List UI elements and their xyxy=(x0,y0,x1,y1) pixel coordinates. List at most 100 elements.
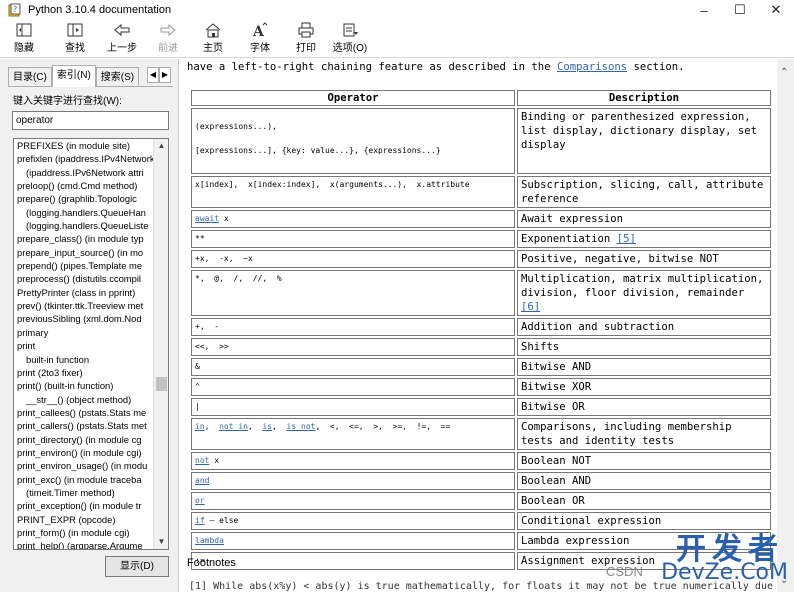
index-list-item[interactable]: print_exc() (in module traceba xyxy=(14,473,154,486)
operator-text: | xyxy=(195,402,200,411)
index-list-item[interactable]: print_form() (in module cgi) xyxy=(14,526,154,539)
index-list-item[interactable]: PREFIXES (in module site) xyxy=(14,139,154,152)
operator-text: x xyxy=(209,456,220,465)
index-list-item[interactable]: print_environ() (in module cgi) xyxy=(14,446,154,459)
title-bar: ? Python 3.10.4 documentation – ☐ ✕ xyxy=(0,0,794,20)
operator-cell: not x xyxy=(191,452,515,470)
back-button[interactable]: 上一步 xyxy=(102,22,142,56)
index-list-scrollbar[interactable]: ▲ ▼ xyxy=(153,139,168,549)
description-cell: Exponentiation [5] xyxy=(517,230,771,248)
index-list-item[interactable]: print_help() (argparse.Argume xyxy=(14,539,154,549)
operator-cell: (expressions...), [expressions...], {key… xyxy=(191,108,515,174)
index-list-item[interactable]: previousSibling (xml.dom.Nod xyxy=(14,312,154,325)
content-scroll-up-icon[interactable]: ⌃ xyxy=(780,67,788,78)
operator-cell: & xyxy=(191,358,515,376)
close-button[interactable]: ✕ xyxy=(758,0,794,20)
keyword-link[interactable]: in xyxy=(195,422,205,431)
table-row: x[index], x[index:index], x(arguments...… xyxy=(191,176,771,208)
description-cell: Addition and subtraction xyxy=(517,318,771,336)
index-list-item[interactable]: prepend() (pipes.Template me xyxy=(14,259,154,272)
description-cell: Binding or parenthesized expression, lis… xyxy=(517,108,771,174)
operator-text: x xyxy=(219,214,229,223)
index-list-item[interactable]: print_callers() (pstats.Stats met xyxy=(14,419,154,432)
comparisons-link[interactable]: Comparisons xyxy=(557,61,627,73)
operator-cell: *, @, /, //, % xyxy=(191,270,515,316)
intro-suffix: section. xyxy=(627,61,685,73)
options-icon xyxy=(343,23,358,37)
keyword-link[interactable]: if xyxy=(195,516,205,525)
keyword-input[interactable] xyxy=(12,111,169,130)
intro-prefix: have a left-to-right chaining feature as… xyxy=(187,61,557,73)
print-button[interactable]: 打印 xyxy=(286,22,326,56)
scroll-thumb[interactable] xyxy=(156,377,167,391)
content-scrollbar[interactable]: ⌃ ⌄ xyxy=(777,59,794,592)
index-list-item[interactable]: print xyxy=(14,339,154,352)
intro-text: have a left-to-right chaining feature as… xyxy=(187,61,685,73)
font-button[interactable]: A 字体 xyxy=(240,22,280,56)
index-list-item[interactable]: print_exception() (in module tr xyxy=(14,499,154,512)
index-list-item[interactable]: prepare_input_source() (in mo xyxy=(14,246,154,259)
index-list-item[interactable]: prev() (tkinter.ttk.Treeview met xyxy=(14,299,154,312)
maximize-button[interactable]: ☐ xyxy=(722,0,758,20)
index-list-item[interactable]: print_directory() (in module cg xyxy=(14,433,154,446)
table-row: | Bitwise OR xyxy=(191,398,771,416)
index-list-item[interactable]: primary xyxy=(14,326,154,339)
table-row: await x Await expression xyxy=(191,210,771,228)
forward-button[interactable]: 前进 xyxy=(148,22,188,56)
index-list[interactable]: PREFIXES (in module site) prefixlen (ipad… xyxy=(13,138,169,550)
minimize-button[interactable]: – xyxy=(686,0,722,20)
table-row: <<, >> Shifts xyxy=(191,338,771,356)
locate-button[interactable]: 查找 xyxy=(55,22,95,56)
keyword-link[interactable]: not xyxy=(195,456,209,465)
keyword-link[interactable]: is xyxy=(262,422,272,431)
table-row: in, not in, is, is not, <, <=, >, >=, !=… xyxy=(191,418,771,450)
tab-search[interactable]: 搜索(S) xyxy=(95,67,140,87)
footnote-link[interactable]: [6] xyxy=(521,301,540,313)
scroll-down-arrow-icon[interactable]: ▼ xyxy=(154,535,168,549)
index-list-item[interactable]: print (2to3 fixer) xyxy=(14,366,154,379)
tab-left-arrow-icon[interactable]: ◀ xyxy=(147,67,159,83)
home-label: 主页 xyxy=(203,43,223,54)
display-button[interactable]: 显示(D) xyxy=(105,556,169,577)
index-list-item[interactable]: (logging.handlers.QueueListe xyxy=(14,219,154,232)
keyword-link[interactable]: is not xyxy=(287,422,316,431)
index-list-item[interactable]: (logging.handlers.QueueHan xyxy=(14,206,154,219)
svg-text:?: ? xyxy=(13,5,17,14)
keyword-link[interactable]: and xyxy=(195,476,209,485)
home-button[interactable]: 主页 xyxy=(193,22,233,56)
index-list-item[interactable]: prefixlen (ipaddress.IPv4Network xyxy=(14,152,154,165)
footnote-link[interactable]: [5] xyxy=(617,233,636,245)
keyword-link[interactable]: not in xyxy=(219,422,248,431)
index-list-item[interactable]: print_environ_usage() (in modu xyxy=(14,459,154,472)
index-list-item[interactable]: built-in function xyxy=(14,353,154,366)
index-list-item[interactable]: (ipaddress.IPv6Network attri xyxy=(14,166,154,179)
tab-contents[interactable]: 目录(C) xyxy=(8,67,52,87)
print-label: 打印 xyxy=(296,43,316,54)
index-list-item[interactable]: prepare() (graphlib.Topologic xyxy=(14,192,154,205)
keyword-link[interactable]: await xyxy=(195,214,219,223)
scroll-up-arrow-icon[interactable]: ▲ xyxy=(154,139,168,153)
hide-button[interactable]: 隐藏 xyxy=(4,22,44,56)
index-list-item[interactable]: print() (built-in function) xyxy=(14,379,154,392)
index-list-item[interactable]: prepare_class() (in module typ xyxy=(14,232,154,245)
index-list-item[interactable]: print_callees() (pstats.Stats me xyxy=(14,406,154,419)
keyword-link[interactable]: lambda xyxy=(195,536,224,545)
description-text: Shifts xyxy=(521,341,560,353)
index-list-item[interactable]: PRINT_EXPR (opcode) xyxy=(14,513,154,526)
tab-index[interactable]: 索引(N) xyxy=(51,65,96,87)
index-list-item[interactable]: preprocess() (distutils.ccompil xyxy=(14,272,154,285)
description-cell: Bitwise XOR xyxy=(517,378,771,396)
locate-label: 查找 xyxy=(65,43,85,54)
index-list-item[interactable]: preloop() (cmd.Cmd method) xyxy=(14,179,154,192)
operator-cell: x[index], x[index:index], x(arguments...… xyxy=(191,176,515,208)
keyword-link[interactable]: or xyxy=(195,496,205,505)
operator-cell: or xyxy=(191,492,515,510)
options-button[interactable]: 选项(O) xyxy=(330,22,370,56)
tab-right-arrow-icon[interactable]: ▶ xyxy=(159,67,171,83)
operator-cell: in, not in, is, is not, <, <=, >, >=, !=… xyxy=(191,418,515,450)
index-list-item[interactable]: PrettyPrinter (class in pprint) xyxy=(14,286,154,299)
index-list-item[interactable]: (timeit.Timer method) xyxy=(14,486,154,499)
index-list-item[interactable]: __str__() (object method) xyxy=(14,393,154,406)
hide-label: 隐藏 xyxy=(14,43,34,54)
description-text: Boolean OR xyxy=(521,495,585,507)
